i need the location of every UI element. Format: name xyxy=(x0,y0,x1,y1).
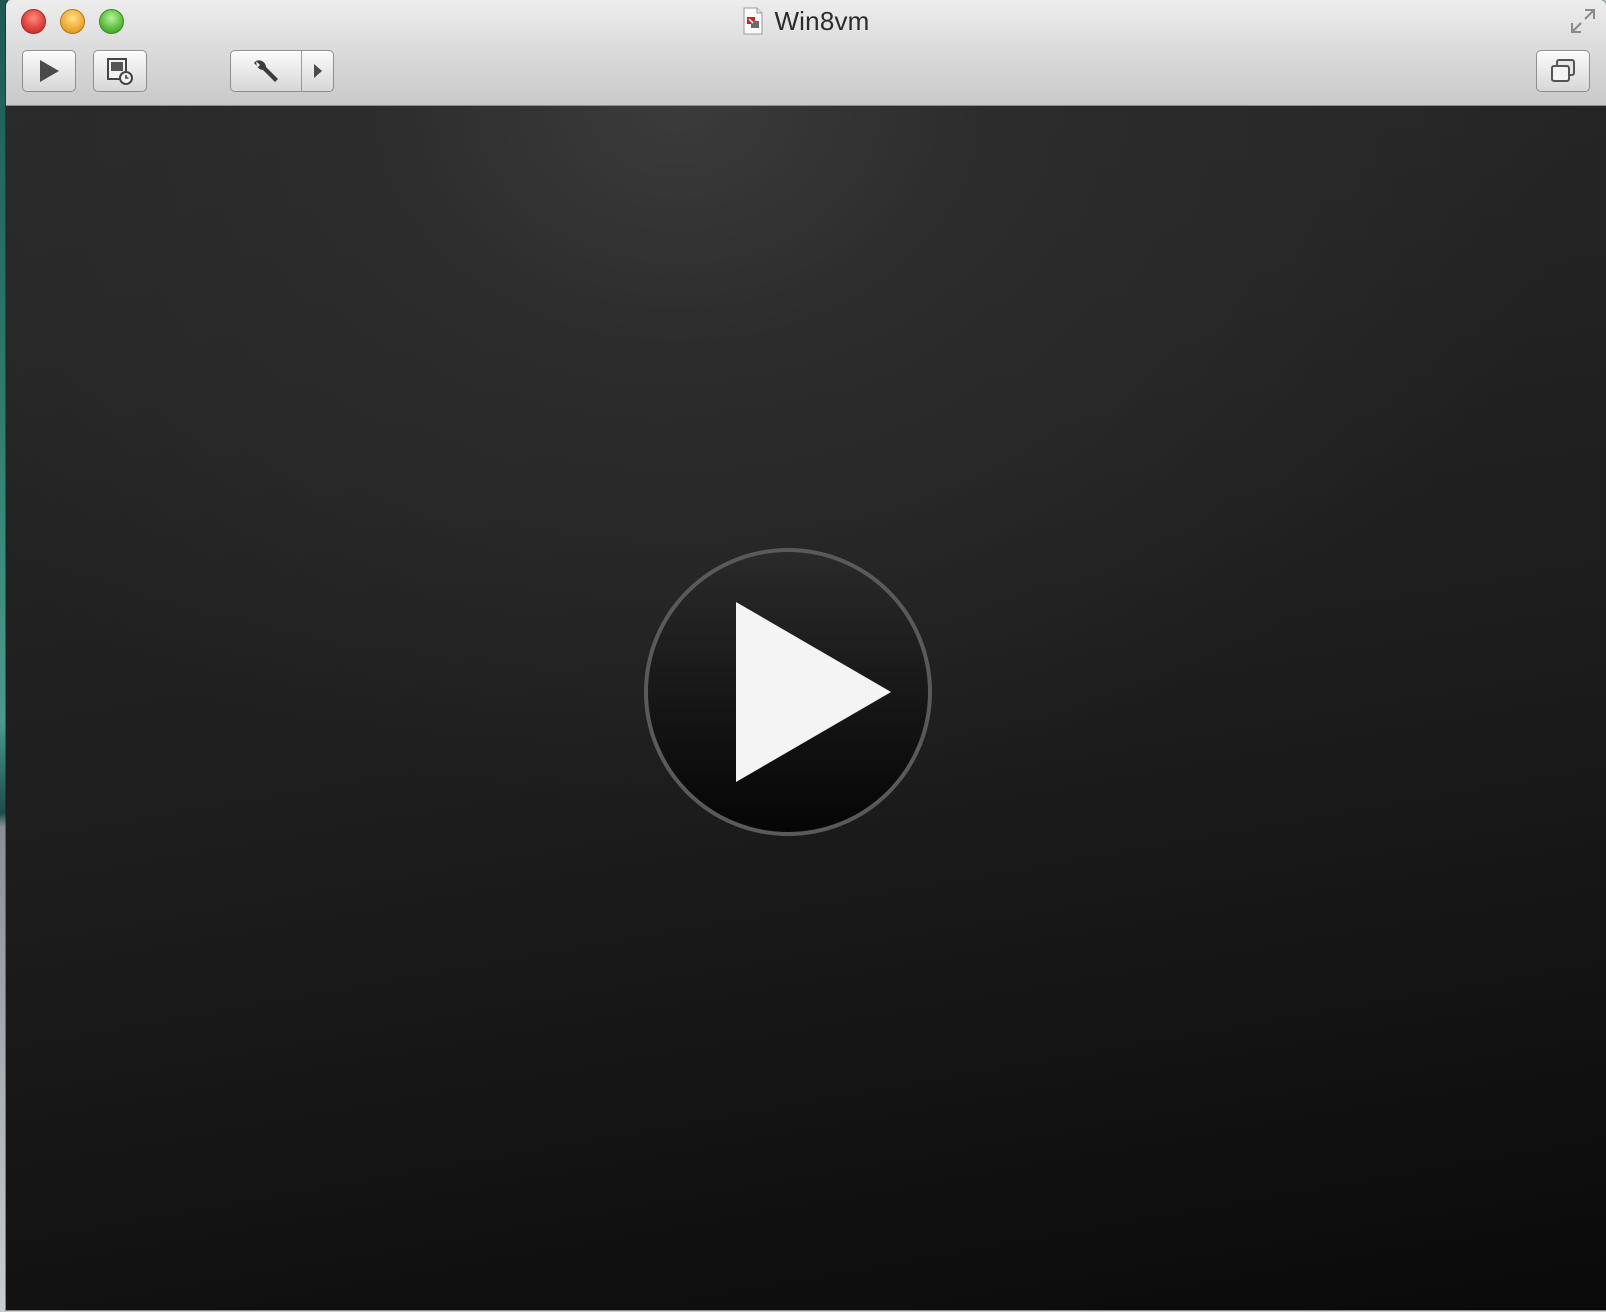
settings-main-segment[interactable] xyxy=(231,51,302,91)
vm-document-icon xyxy=(743,7,763,35)
settings-button[interactable] xyxy=(230,50,334,92)
window-mode-button[interactable] xyxy=(1536,50,1590,92)
vm-display-area xyxy=(6,106,1606,1310)
window-stack-icon xyxy=(1551,59,1575,82)
window-title-group: Win8vm xyxy=(6,4,1606,38)
window-title: Win8vm xyxy=(774,5,870,36)
play-circle-icon[interactable] xyxy=(643,547,933,837)
fullscreen-icon[interactable] xyxy=(1568,6,1598,36)
snapshot-icon xyxy=(107,58,133,85)
snapshots-button[interactable] xyxy=(93,50,147,92)
vm-window: Win8vm xyxy=(6,0,1606,1310)
titlebar: Win8vm xyxy=(6,0,1606,106)
start-vm-button[interactable] xyxy=(22,50,76,92)
wrench-icon xyxy=(254,60,278,82)
chevron-right-icon xyxy=(313,64,322,78)
settings-menu-segment[interactable] xyxy=(302,51,333,91)
play-icon xyxy=(40,60,59,82)
